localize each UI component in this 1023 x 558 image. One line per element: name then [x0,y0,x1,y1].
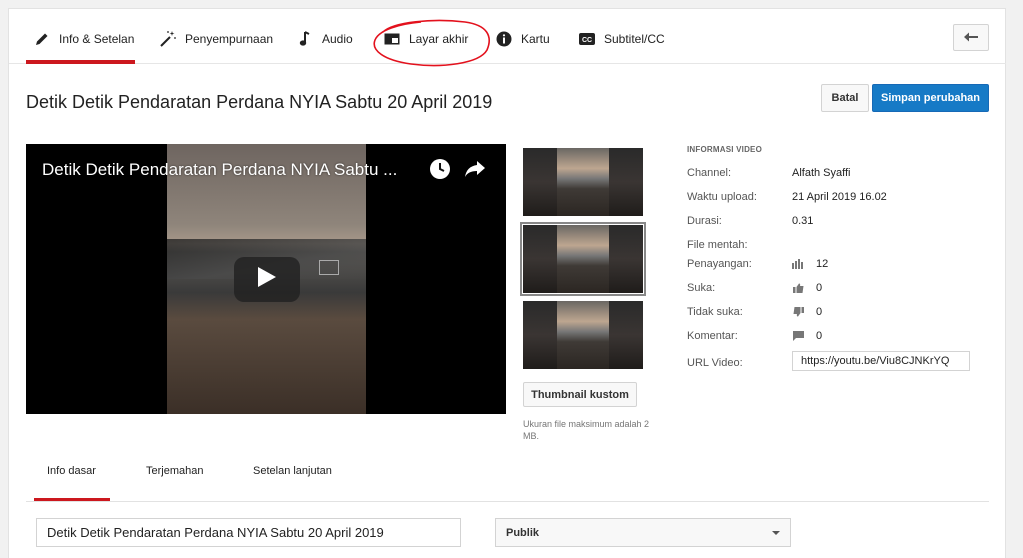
tab-cards[interactable]: Kartu [495,27,550,51]
cc-icon: CC [578,30,596,48]
custom-thumbnail-button[interactable]: Thumbnail kustom [523,382,637,407]
cancel-button[interactable]: Batal [821,84,869,112]
tab-label: Info & Setelan [59,32,135,46]
music-note-icon [296,30,314,48]
views-stat: 12 [792,258,828,270]
thumb-side-right [609,148,643,216]
likes-value: 0 [816,282,823,294]
dislikes-value: 0 [816,306,823,318]
page-title: Detik Detik Pendaratan Perdana NYIA Sabt… [26,92,493,112]
video-url-label: URL Video: [687,357,743,369]
pencil-icon [33,30,51,48]
bar-chart-icon [792,258,804,270]
tab-audio[interactable]: Audio [296,27,353,51]
tab-subtitles[interactable]: CC Subtitel/CC [578,27,665,51]
tab-label: Kartu [521,32,550,46]
thumb-side-left [523,301,557,369]
frame-marker [319,260,339,275]
privacy-value: Publik [506,527,540,539]
dislikes-label: Tidak suka: [687,306,743,318]
comments-value: 0 [816,330,823,342]
back-button[interactable] [953,24,989,51]
watch-later-icon[interactable] [429,158,451,180]
save-changes-button[interactable]: Simpan perubahan [872,84,989,112]
thumb-image [557,225,609,293]
comments-label: Komentar: [687,330,738,342]
svg-text:CC: CC [582,37,592,44]
video-title-input[interactable] [36,518,461,547]
share-icon[interactable] [464,158,486,180]
editor-tabs: Info & Setelan Penyempurnaan Audio Layar… [9,9,1007,67]
thumbs-up-icon [792,282,804,294]
duration-value: 0.31 [792,215,814,227]
upload-time-label: Waktu upload: [687,191,757,203]
views-value: 12 [816,258,829,270]
views-label: Penayangan: [687,258,752,270]
tab-enhancements[interactable]: Penyempurnaan [159,27,273,51]
subtab-divider [26,501,989,502]
thumbnail-size-note: Ukuran file maksimum adalah 2 MB. [523,419,650,441]
subtab-translations[interactable]: Terjemahan [146,465,203,477]
comments-stat: 0 [792,330,822,342]
tab-label: Subtitel/CC [604,32,665,46]
thumb-side-right [609,301,643,369]
back-arrow-icon [964,29,978,47]
duration-label: Durasi: [687,215,722,227]
thumb-side-left [523,148,557,216]
play-button[interactable] [234,257,300,302]
likes-stat: 0 [792,282,822,294]
thumbnail-option-1[interactable] [523,148,643,216]
dislikes-stat: 0 [792,306,822,318]
comment-icon [792,330,804,342]
likes-label: Suka: [687,282,716,294]
thumb-image [557,301,609,369]
video-editor-panel: Info & Setelan Penyempurnaan Audio Layar… [8,8,1007,558]
channel-value[interactable]: Alfath Syaffi [792,167,851,179]
chevron-down-icon [772,531,780,535]
info-icon [495,30,513,48]
active-tab-indicator [26,60,135,64]
thumbs-down-icon [792,306,804,318]
video-player[interactable]: Detik Detik Pendaratan Perdana NYIA Sabt… [26,144,506,414]
play-icon [258,267,276,292]
player-title: Detik Detik Pendaratan Perdana NYIA Sabt… [42,160,398,179]
thumbnail-option-2[interactable] [520,222,646,296]
channel-label: Channel: [687,167,732,179]
subtab-basic-info[interactable]: Info dasar [47,465,96,477]
video-url-field[interactable] [792,351,970,371]
raw-file-label: File mentah: [687,239,748,251]
upload-time-value: 21 April 2019 16.02 [792,191,887,203]
thumb-image [557,148,609,216]
thumb-side-left [523,225,557,293]
page-background-strip [1006,0,1023,558]
tab-label: Penyempurnaan [185,32,274,46]
red-hand-drawn-circle [373,19,490,67]
tab-label: Audio [322,32,353,46]
privacy-select[interactable]: Publik [495,518,791,547]
thumb-side-right [609,225,643,293]
video-info-heading: INFORMASI VIDEO [687,145,763,154]
subtab-advanced-settings[interactable]: Setelan lanjutan [253,465,332,477]
magic-wand-icon [159,30,177,48]
thumbnail-option-3[interactable] [523,301,643,369]
tab-info-settings[interactable]: Info & Setelan [33,27,134,51]
